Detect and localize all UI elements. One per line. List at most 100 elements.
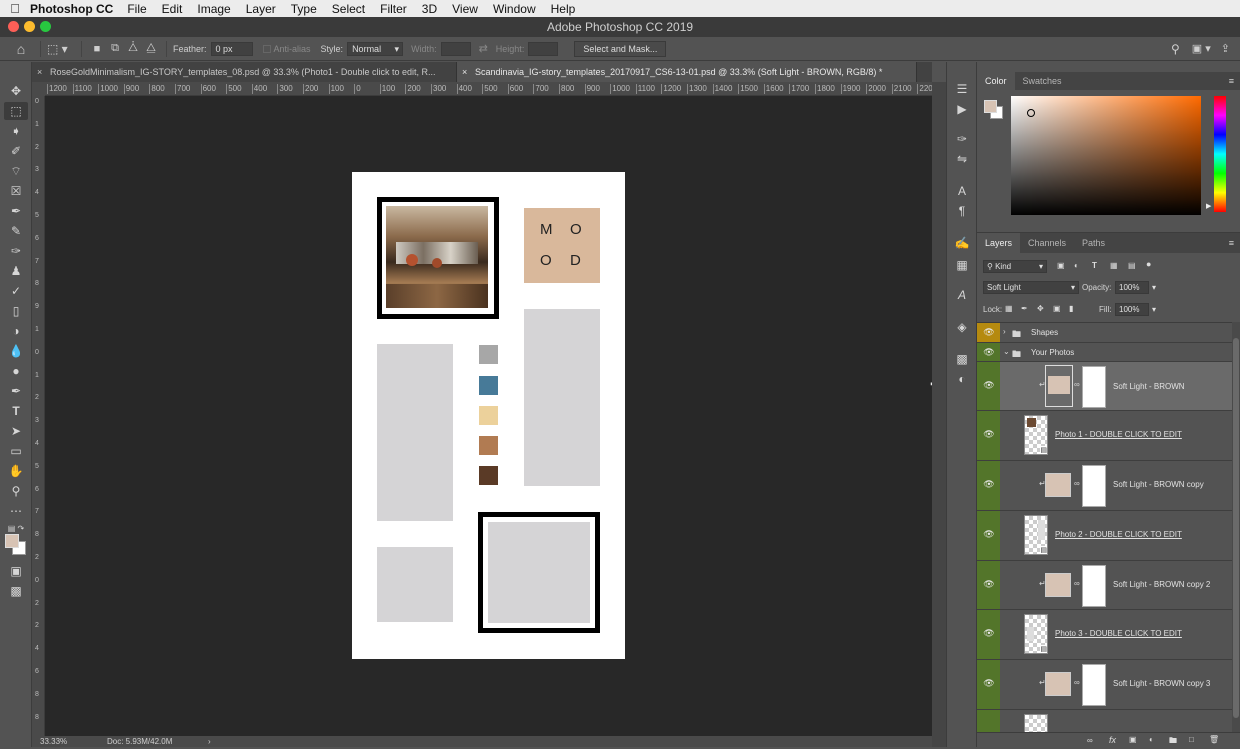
filter-toggle-icon[interactable]: ●: [1146, 259, 1151, 269]
lock-transparency-icon[interactable]: ▦: [1005, 304, 1013, 313]
tab-swatches[interactable]: Swatches: [1015, 72, 1070, 90]
new-selection-icon[interactable]: ■: [88, 43, 106, 55]
tab-scandinavia[interactable]: × Scandinavia_IG-story_templates_2017091…: [457, 62, 917, 82]
chevron-right-icon[interactable]: ›: [1003, 327, 1006, 336]
layer-mask-thumbnail[interactable]: [1082, 664, 1106, 706]
visibility-toggle[interactable]: 👁: [977, 362, 1000, 410]
mask-icon[interactable]: ▣: [1129, 735, 1137, 744]
color-swatch-1[interactable]: [479, 345, 498, 364]
marquee-preset-icon[interactable]: ⬚ ▾: [47, 42, 75, 56]
menu-3d[interactable]: 3D: [422, 2, 437, 16]
layer-row-photo-2[interactable]: 👁 ▤ Photo 2 - DOUBLE CLICK TO EDIT: [977, 511, 1232, 561]
actions-icon[interactable]: ▶: [953, 100, 971, 118]
share-icon[interactable]: ⇪: [1221, 42, 1230, 55]
more-tools-icon[interactable]: ⋯: [4, 502, 28, 520]
color-field[interactable]: [1011, 96, 1201, 215]
lock-position-icon[interactable]: ✥: [1037, 304, 1044, 313]
width-input[interactable]: [440, 41, 471, 56]
hue-slider-handle-icon[interactable]: ▶: [1206, 202, 1211, 210]
visibility-toggle[interactable]: 👁: [977, 323, 1000, 342]
lock-pixels-icon[interactable]: ✒: [1021, 304, 1028, 313]
scrollbar-thumb[interactable]: [1233, 338, 1239, 718]
close-window-button[interactable]: [8, 21, 19, 32]
quick-selection-tool-icon[interactable]: ✐: [4, 142, 28, 160]
lasso-tool-icon[interactable]: ➧: [4, 122, 28, 140]
panel-menu-icon[interactable]: ≡: [1229, 233, 1234, 253]
layer-row-shapes[interactable]: 👁 › 🖿 Shapes: [977, 323, 1232, 343]
menu-select[interactable]: Select: [332, 2, 365, 16]
placeholder-left-tall[interactable]: [377, 344, 453, 521]
antialias-checkbox[interactable]: [262, 44, 271, 53]
glyphs-icon[interactable]: A: [953, 286, 971, 304]
minimize-window-button[interactable]: [24, 21, 35, 32]
chevron-down-icon[interactable]: ⌄: [1003, 347, 1010, 356]
menu-filter[interactable]: Filter: [380, 2, 407, 16]
3d-icon[interactable]: ◈: [953, 318, 971, 336]
menu-layer[interactable]: Layer: [246, 2, 276, 16]
filter-type-icon[interactable]: T: [1092, 261, 1097, 270]
menu-type[interactable]: Type: [291, 2, 317, 16]
blur-tool-icon[interactable]: 💧: [4, 342, 28, 360]
home-icon[interactable]: ⌂: [8, 41, 34, 57]
healing-brush-tool-icon[interactable]: ✎: [4, 222, 28, 240]
close-icon[interactable]: ×: [462, 62, 467, 82]
filter-pixel-icon[interactable]: ▣: [1057, 261, 1065, 270]
menu-file[interactable]: File: [127, 2, 146, 16]
type-tool-icon[interactable]: T: [4, 402, 28, 420]
swap-icon[interactable]: ⇄: [479, 42, 488, 55]
layer-row-photo-3[interactable]: 👁 ▤ Photo 3 - DOUBLE CLICK TO EDIT: [977, 610, 1232, 660]
add-selection-icon[interactable]: ⧉: [106, 42, 124, 55]
crop-tool-icon[interactable]: ⌔: [4, 162, 28, 180]
foreground-color-swatch[interactable]: [5, 534, 19, 548]
tab-channels[interactable]: Channels: [1020, 233, 1074, 253]
menu-view[interactable]: View: [452, 2, 478, 16]
hue-slider[interactable]: [1214, 96, 1226, 212]
link-icon[interactable]: ∞: [1087, 736, 1093, 745]
visibility-toggle[interactable]: 👁: [977, 461, 1000, 510]
apple-icon[interactable]: : [0, 1, 30, 16]
height-input[interactable]: [528, 41, 559, 56]
document-artboard[interactable]: M O O D: [352, 172, 625, 659]
new-layer-icon[interactable]: □: [1189, 735, 1194, 744]
history-brush-tool-icon[interactable]: ✓: [4, 282, 28, 300]
filter-shape-icon[interactable]: ▦: [1110, 261, 1118, 270]
color-swatch-2[interactable]: [479, 376, 498, 395]
layers-scrollbar[interactable]: [1232, 322, 1240, 732]
brush-tool-icon[interactable]: ✑: [4, 242, 28, 260]
filter-adjustment-icon[interactable]: ◐: [1074, 261, 1079, 270]
visibility-toggle[interactable]: 👁: [977, 343, 1000, 361]
adjustments-icon[interactable]: ⇋: [953, 150, 971, 168]
layer-row-soft-light-brown-copy-2[interactable]: 👁 ↵ ∞ Soft Light - BROWN copy 2: [977, 561, 1232, 610]
visibility-toggle[interactable]: [977, 710, 1000, 732]
properties-icon[interactable]: ▦: [953, 256, 971, 274]
tab-layers[interactable]: Layers: [977, 233, 1021, 253]
hand-tool-icon[interactable]: ✋: [4, 462, 28, 480]
layer-row-photo-1[interactable]: 👁 ▤ Photo 1 - DOUBLE CLICK TO EDIT: [977, 411, 1232, 461]
visibility-toggle[interactable]: 👁: [977, 561, 1000, 609]
tab-color[interactable]: Color: [977, 72, 1015, 90]
paint-bucket-tool-icon[interactable]: ◑: [4, 322, 28, 340]
layer-row-soft-light-brown-copy-3[interactable]: 👁 ↵ ∞ Soft Light - BROWN copy 3: [977, 660, 1232, 710]
photo-frame-1[interactable]: [377, 197, 499, 319]
quick-mask-icon[interactable]: ▣: [4, 562, 28, 580]
maximize-window-button[interactable]: [40, 21, 51, 32]
foreground-swatch[interactable]: [984, 100, 997, 113]
clone-source-icon[interactable]: ✍: [953, 234, 971, 252]
visibility-toggle[interactable]: 👁: [977, 411, 1000, 460]
styles-icon[interactable]: ◐: [953, 370, 971, 388]
blend-mode-select[interactable]: Soft Light ▾: [983, 281, 1079, 294]
zoom-tool-icon[interactable]: ⚲: [4, 482, 28, 500]
eyedropper-tool-icon[interactable]: ✒: [4, 202, 28, 220]
color-swatch-4[interactable]: [479, 436, 498, 455]
zoom-level[interactable]: 33.33%: [40, 736, 67, 747]
search-icon[interactable]: ⚲: [1171, 42, 1180, 56]
rectangular-marquee-tool-icon[interactable]: ⬚: [4, 102, 28, 120]
style-select[interactable]: Normal ▾: [347, 41, 404, 56]
workspace-icon[interactable]: ▣ ▾: [1192, 42, 1211, 55]
menu-help[interactable]: Help: [551, 2, 576, 16]
status-arrow-icon[interactable]: ›: [208, 736, 211, 747]
adjustment-icon[interactable]: ◐: [1149, 735, 1154, 744]
panel-menu-icon[interactable]: ≡: [1229, 72, 1234, 90]
paragraph-icon[interactable]: ¶: [953, 202, 971, 220]
filter-smart-icon[interactable]: ▤: [1128, 261, 1136, 270]
